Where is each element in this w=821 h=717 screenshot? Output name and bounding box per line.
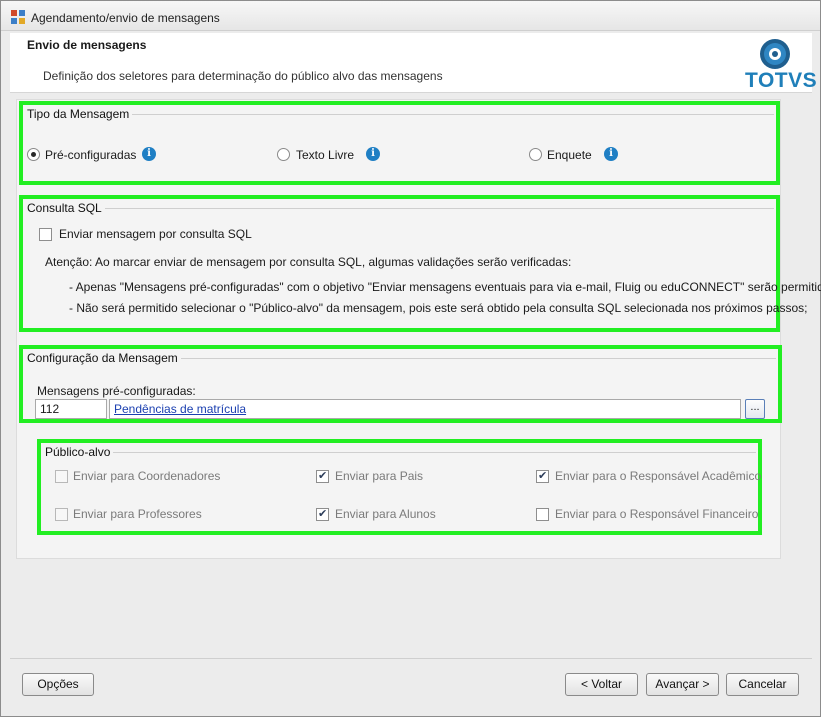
totvs-logo-icon: [760, 39, 790, 69]
group-border: [29, 208, 774, 209]
checkbox-professores-label[interactable]: Enviar para Professores: [73, 507, 202, 521]
message-description-input[interactable]: Pendências de matrícula: [109, 399, 741, 419]
mensagens-field-label: Mensagens pré-configuradas:: [37, 384, 196, 398]
radio-enquete[interactable]: [529, 148, 542, 161]
publico-alvo-group: Público-alvo Enviar para Coordenadores E…: [37, 439, 762, 535]
wizard-window: Agendamento/envio de mensagens Envio de …: [0, 0, 821, 717]
checkbox-coordenadores[interactable]: [55, 470, 68, 483]
options-button[interactable]: Opções: [22, 673, 94, 696]
totvs-logo-text: TOTVS: [745, 69, 818, 92]
message-code-input[interactable]: 112: [35, 399, 107, 419]
checkbox-responsavel-financeiro[interactable]: [536, 508, 549, 521]
checkbox-alunos-label[interactable]: Enviar para Alunos: [335, 507, 436, 521]
message-description-link[interactable]: Pendências de matrícula: [114, 402, 246, 416]
checkbox-pais[interactable]: [316, 469, 329, 483]
checkbox-pais-label[interactable]: Enviar para Pais: [335, 469, 423, 483]
sql-checkbox[interactable]: [39, 228, 52, 241]
group-border: [47, 452, 756, 453]
next-button[interactable]: Avançar >: [646, 673, 719, 696]
checkbox-responsavel-academico-label[interactable]: Enviar para o Responsável Acadêmico: [555, 469, 761, 483]
radio-enquete-label[interactable]: Enquete: [547, 148, 592, 162]
tipo-mensagem-group: Tipo da Mensagem Pré-configuradas i Text…: [19, 101, 780, 185]
checkbox-coordenadores-label[interactable]: Enviar para Coordenadores: [73, 469, 220, 483]
page-title: Envio de mensagens: [27, 38, 147, 52]
cancel-button[interactable]: Cancelar: [726, 673, 799, 696]
checkbox-alunos[interactable]: [316, 507, 329, 521]
radio-pre-configuradas-label[interactable]: Pré-configuradas: [45, 148, 136, 162]
sql-checkbox-label[interactable]: Enviar mensagem por consulta SQL: [59, 227, 252, 241]
info-icon[interactable]: i: [366, 147, 380, 161]
wizard-content: Tipo da Mensagem Pré-configuradas i Text…: [16, 99, 821, 559]
radio-texto-livre[interactable]: [277, 148, 290, 161]
radio-texto-livre-label[interactable]: Texto Livre: [296, 148, 354, 162]
browse-button[interactable]: ...: [745, 399, 765, 419]
checkbox-professores[interactable]: [55, 508, 68, 521]
checkbox-responsavel-academico[interactable]: [536, 469, 549, 483]
back-button[interactable]: < Voltar: [565, 673, 638, 696]
tipo-mensagem-title: Tipo da Mensagem: [27, 107, 133, 121]
configuracao-title: Configuração da Mensagem: [27, 351, 181, 365]
wizard-footer: Opções < Voltar Avançar > Cancelar: [10, 659, 812, 707]
sql-rule-1: - Apenas "Mensagens pré-configuradas" co…: [69, 280, 821, 294]
consulta-sql-title: Consulta SQL: [27, 201, 105, 215]
page-subtitle: Definição dos seletores para determinaçã…: [43, 69, 443, 83]
configuracao-group: Configuração da Mensagem Mensagens pré-c…: [19, 345, 782, 423]
info-icon[interactable]: i: [142, 147, 156, 161]
checkbox-responsavel-financeiro-label[interactable]: Enviar para o Responsável Financeiro: [555, 507, 758, 521]
wizard-header: Envio de mensagens Definição dos seletor…: [10, 33, 817, 93]
app-icon: [11, 10, 25, 24]
consulta-sql-group: Consulta SQL Enviar mensagem por consult…: [19, 195, 821, 332]
info-icon[interactable]: i: [604, 147, 618, 161]
title-bar: Agendamento/envio de mensagens: [1, 1, 820, 31]
sql-rule-2: - Não será permitido selecionar o "Públi…: [69, 301, 808, 315]
publico-alvo-title: Público-alvo: [45, 445, 114, 459]
group-border: [29, 114, 774, 115]
radio-pre-configuradas[interactable]: [27, 148, 40, 161]
message-code-value: 112: [40, 402, 60, 416]
window-title: Agendamento/envio de mensagens: [31, 11, 220, 25]
sql-attention-text: Atenção: Ao marcar enviar de mensagem po…: [45, 255, 572, 269]
